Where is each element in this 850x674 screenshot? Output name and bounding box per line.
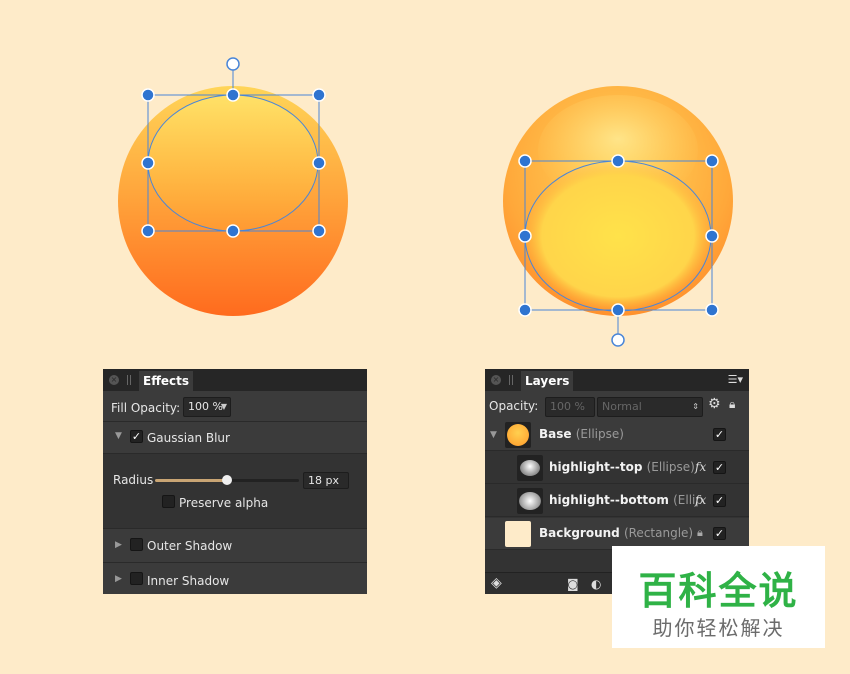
grip-icon[interactable] [127, 375, 131, 385]
layer-visibility-checkbox[interactable]: ✓ [713, 461, 726, 474]
opacity-label: Opacity: [489, 399, 539, 413]
rotate-handle [226, 57, 240, 71]
gear-icon[interactable]: ⚙ [708, 396, 721, 412]
layer-thumbnail [517, 488, 543, 514]
layer-name: Base (Ellipse) [539, 427, 624, 441]
layer-row-base[interactable]: ▼ Base (Ellipse) ✓ [485, 419, 749, 451]
mask-icon[interactable]: ◙ [567, 577, 579, 591]
left-ball[interactable] [118, 86, 348, 316]
radius-value: 18 px [308, 474, 339, 487]
layer-visibility-checkbox[interactable]: ✓ [713, 527, 726, 540]
layer-name: highlight--top (Ellipse) [549, 460, 695, 474]
close-icon[interactable]: × [491, 375, 501, 385]
inner-shadow-label: Inner Shadow [147, 574, 230, 588]
radius-input[interactable]: 18 px [303, 472, 349, 489]
lock-icon[interactable]: 🔒︎ [697, 526, 703, 540]
layer-thumbnail [505, 422, 531, 448]
watermark: 百科全说 助你轻松解决 [612, 546, 825, 648]
gaussian-blur-checkbox[interactable]: ✓ [130, 430, 143, 443]
fill-opacity-label: Fill Opacity: [111, 401, 181, 415]
close-icon[interactable]: × [109, 375, 119, 385]
fx-icon[interactable]: fx [695, 460, 706, 474]
fill-opacity-dropdown[interactable]: 100 % ▼ [183, 397, 231, 417]
blend-mode-dropdown[interactable]: Normal ⇕ [597, 397, 703, 417]
radius-slider-knob[interactable] [222, 475, 232, 485]
watermark-title: 百科全说 [638, 569, 799, 613]
layer-name: Background (Rectangle) [539, 526, 694, 540]
layer-row-highlight-bottom[interactable]: highlight--bottom (Ellip fx ✓ [485, 485, 749, 517]
gaussian-blur-settings: Radius 18 px Preserve alpha [103, 454, 367, 528]
outer-shadow-label: Outer Shadow [147, 539, 233, 553]
gaussian-blur-label: Gaussian Blur [147, 431, 230, 445]
watermark-subtitle: 助你轻松解决 [652, 616, 785, 640]
right-ball[interactable] [503, 86, 733, 316]
lock-icon[interactable]: 🔒︎ [729, 397, 735, 412]
expand-triangle-icon[interactable]: ▼ [490, 430, 497, 440]
expand-triangle-icon[interactable]: ▼ [115, 431, 122, 441]
collapsed-triangle-icon[interactable]: ▶ [115, 574, 122, 584]
radius-label: Radius [113, 473, 154, 487]
preserve-alpha-label: Preserve alpha [179, 496, 269, 510]
opacity-value: 100 % [550, 400, 585, 413]
design-canvas[interactable] [0, 0, 850, 360]
inner-shadow-checkbox[interactable] [130, 572, 143, 585]
tab-layers[interactable]: Layers [521, 371, 574, 391]
rotate-handle [611, 333, 625, 347]
blend-mode-value: Normal [602, 400, 642, 413]
radius-slider-fill [155, 479, 227, 482]
fill-opacity-value: 100 % [188, 400, 223, 413]
layer-thumbnail [505, 521, 531, 547]
effects-panel-header: × Effects [103, 369, 367, 391]
fx-icon[interactable]: fx [695, 493, 706, 507]
grip-icon[interactable] [509, 375, 513, 385]
layers-toolbar: Opacity: 100 % Normal ⇕ ⚙ 🔒︎ [485, 391, 749, 419]
adjustment-icon[interactable]: ◐ [591, 577, 601, 591]
layer-row-highlight-top[interactable]: highlight--top (Ellipse) fx ✓ [485, 452, 749, 484]
opacity-dropdown[interactable]: 100 % [545, 397, 595, 417]
layer-name: highlight--bottom (Ellip [549, 493, 703, 507]
chevron-down-icon: ▼ [220, 402, 227, 411]
collapsed-triangle-icon[interactable]: ▶ [115, 540, 122, 550]
preserve-alpha-checkbox[interactable] [162, 495, 175, 508]
layer-thumbnail [517, 455, 543, 481]
effects-panel: × Effects Fill Opacity: 100 % ▼ ▼ ✓ Gaus… [103, 369, 367, 594]
layers-panel-header: × Layers ☰▾ [485, 369, 749, 391]
stepper-icon: ⇕ [692, 402, 699, 411]
outer-shadow-checkbox[interactable] [130, 538, 143, 551]
layer-visibility-checkbox[interactable]: ✓ [713, 494, 726, 507]
layer-visibility-checkbox[interactable]: ✓ [713, 428, 726, 441]
panel-menu-icon[interactable]: ☰▾ [728, 373, 743, 386]
tab-effects[interactable]: Effects [139, 371, 194, 391]
layers-stack-icon[interactable]: ◈ [491, 575, 502, 591]
